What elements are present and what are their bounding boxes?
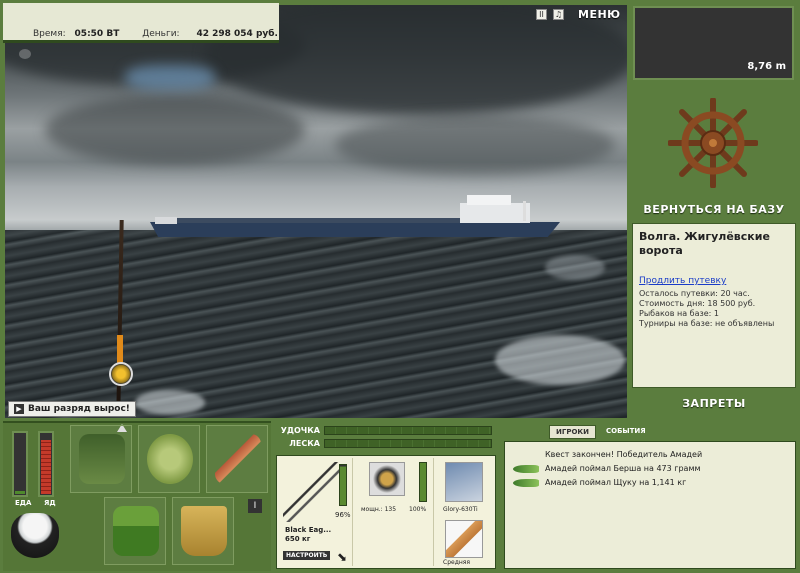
- location-panel: Волга. Жигулёвские ворота Продлить путев…: [632, 223, 796, 388]
- line-tension-label: ЛЕСКА: [289, 439, 320, 448]
- tools-slot[interactable]: [206, 425, 268, 493]
- bait-slot[interactable]: Средняя: [437, 518, 495, 566]
- rank-notification[interactable]: ▶ Ваш разряд вырос!: [8, 401, 136, 417]
- line-tension-bar: [324, 439, 492, 448]
- event-item: Амадей поймал Щуку на 1,141 кг: [513, 476, 787, 490]
- divider: [433, 458, 434, 566]
- event-text: Амадей поймал Щуку на 1,141 кг: [545, 478, 687, 487]
- ship-bow: [155, 217, 177, 224]
- ship-hull: [150, 222, 560, 237]
- tackle-panel: УДОЧКА ЛЕСКА 96% Black Eag... 650 кг НАС…: [275, 421, 498, 571]
- rod-tension-bar: [324, 426, 492, 435]
- day-cost: Стоимость дня: 18 500 руб.: [639, 299, 756, 308]
- tab-players[interactable]: ИГРОКИ: [549, 425, 596, 439]
- cloud: [335, 115, 615, 175]
- menu-button[interactable]: МЕНЮ: [578, 8, 621, 21]
- arrow-icon: ▶: [14, 404, 24, 414]
- tackle-box-icon: [79, 434, 125, 484]
- reel-slot[interactable]: мощн.: 135 100%: [357, 458, 433, 516]
- anglers-count: Рыбаков на базе: 1: [639, 309, 719, 318]
- cloud: [45, 95, 305, 165]
- poison-fill: [41, 440, 51, 494]
- reel-condition: 100%: [409, 506, 427, 513]
- top-controls: II ♫ МЕНЮ: [536, 8, 621, 21]
- tackle-area: 96% Black Eag... 650 кг НАСТРОИТЬ ⬊ мощн…: [276, 455, 496, 569]
- water: [5, 230, 627, 418]
- sky-gap: [125, 65, 215, 90]
- sound-icon[interactable]: ♫: [553, 9, 564, 20]
- permit-remaining: Осталось путевки: 20 час.: [639, 289, 750, 298]
- food-fill: [15, 491, 25, 494]
- extend-permit-link[interactable]: Продлить путевку: [639, 276, 789, 286]
- event-item: Квест закончен! Победитель Амадей: [513, 448, 787, 462]
- inventory-page-button[interactable]: I: [248, 499, 262, 513]
- reel-power: мощн.: 135: [361, 506, 397, 513]
- poison-label: ЯД: [44, 499, 56, 507]
- rod-tension-label: УДОЧКА: [280, 426, 320, 435]
- food-meter: [12, 431, 28, 497]
- bucket-slot[interactable]: [172, 497, 234, 565]
- tab-events[interactable]: СОБЫТИЯ: [600, 425, 652, 439]
- line-slot[interactable]: Glory-630Ti: [437, 458, 495, 516]
- return-to-base-button[interactable]: ВЕРНУТЬСЯ НА БАЗУ: [630, 203, 798, 216]
- fish-icon: [513, 479, 539, 487]
- pause-icon[interactable]: II: [536, 9, 547, 20]
- rod-weight: 650 кг: [285, 535, 311, 543]
- groundbait-basket-slot[interactable]: [104, 497, 166, 565]
- line-spool-icon: [445, 462, 483, 502]
- event-item: Амадей поймал Берша на 473 грамм: [513, 462, 787, 476]
- rank-message: Ваш разряд вырос!: [28, 404, 130, 414]
- poison-meter: [38, 431, 54, 497]
- money-label: Деньги:: [142, 29, 180, 39]
- bait-icon: [445, 520, 483, 558]
- tackle-box-slot[interactable]: [70, 425, 132, 493]
- feather-icon: [215, 434, 261, 484]
- tournaments-status: Турниры на базе: не объявлены: [639, 319, 775, 328]
- cauldron-icon[interactable]: [11, 513, 59, 558]
- location-name: Волга. Жигулёвские ворота: [639, 230, 770, 257]
- fishing-scene[interactable]: [5, 5, 627, 418]
- bucket-icon: [181, 506, 227, 556]
- rod-slot[interactable]: 96% Black Eag... 650 кг НАСТРОИТЬ ⬊: [279, 458, 353, 566]
- events-panel: ИГРОКИ СОБЫТИЯ Квест закончен! Победител…: [501, 421, 798, 571]
- fish-icon: [513, 465, 539, 473]
- reel-icon: [369, 462, 405, 496]
- adjust-button[interactable]: НАСТРОИТЬ: [283, 551, 331, 560]
- bait-bag-icon: [147, 434, 193, 484]
- game-screen: ▶ Ваш разряд вырос! Время: 05:50 ВТ Деньг…: [0, 0, 800, 573]
- foam: [135, 390, 205, 415]
- rod-condition-gauge: [339, 464, 347, 506]
- bait-bag-slot[interactable]: [138, 425, 200, 493]
- ship-wheel-icon[interactable]: [668, 98, 758, 188]
- basket-icon: [113, 506, 159, 556]
- events-list: Квест закончен! Победитель Амадей Амадей…: [504, 441, 796, 569]
- rod-reel: [109, 362, 133, 386]
- ship-bridge: [467, 195, 511, 205]
- rod-handle: [117, 335, 123, 365]
- bait-name: Средняя: [443, 559, 470, 566]
- home-icon[interactable]: [19, 49, 31, 59]
- food-label: ЕДА: [15, 499, 32, 507]
- time-value: 05:50 ВТ: [74, 29, 120, 39]
- resize-arrow-icon[interactable]: ⬊: [337, 550, 347, 564]
- depth-value: 8,76 m: [747, 61, 786, 72]
- status-bar: Время: 05:50 ВТ Деньги: 42 298 054 руб.: [3, 3, 279, 43]
- money-value: 42 298 054 руб.: [196, 29, 278, 39]
- time-label: Время:: [33, 29, 66, 39]
- rod-icon: [283, 462, 339, 522]
- ship-superstructure: [460, 203, 530, 223]
- depth-display: 8,76 m: [633, 6, 794, 80]
- event-text: Квест закончен! Победитель Амадей: [545, 450, 703, 459]
- line-name: Glory-630Ti: [443, 506, 478, 513]
- rod-name: Black Eag...: [285, 526, 332, 534]
- ship-deck: [155, 218, 460, 223]
- foam: [495, 335, 625, 385]
- ship-mast: [523, 201, 526, 221]
- reel-condition-gauge: [419, 462, 427, 502]
- event-text: Амадей поймал Берша на 473 грамм: [545, 464, 701, 473]
- rod-condition: 96%: [335, 511, 351, 519]
- restrictions-button[interactable]: ЗАПРЕТЫ: [630, 397, 798, 410]
- foam: [545, 255, 605, 280]
